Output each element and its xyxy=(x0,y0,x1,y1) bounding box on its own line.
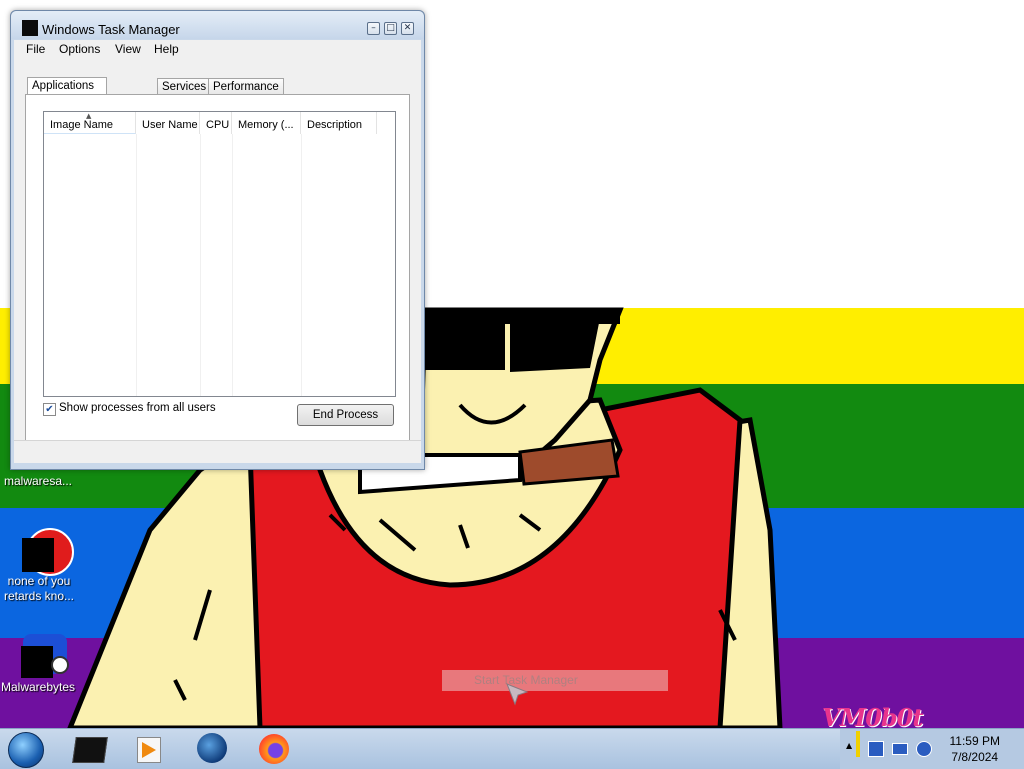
browser-globe-icon xyxy=(197,733,227,763)
column-header-cpu[interactable]: CPU xyxy=(200,112,232,134)
minimize-button[interactable]: – xyxy=(367,22,380,35)
mouse-cursor-icon xyxy=(506,683,529,706)
firefox-icon xyxy=(259,734,289,764)
tray-action-center-icon[interactable] xyxy=(868,741,884,757)
sort-ascending-icon: ▲ xyxy=(86,112,92,120)
status-bar xyxy=(14,440,421,463)
column-header-memory[interactable]: Memory (... xyxy=(232,112,301,134)
windows-orb-icon xyxy=(8,732,44,768)
menu-file[interactable]: File xyxy=(26,42,45,56)
tab-services[interactable]: Services xyxy=(157,78,212,95)
tray-volume-icon[interactable] xyxy=(916,741,932,757)
window-title: Windows Task Manager xyxy=(42,22,180,37)
process-list[interactable]: Image Name ▲ User Name CPU Memory (... D… xyxy=(43,111,396,397)
window-client-area: Applications Services Performance Image … xyxy=(14,59,421,463)
tray-flag-icon[interactable] xyxy=(856,731,860,757)
title-bar[interactable]: Windows Task Manager – □ ✕ xyxy=(11,11,424,39)
column-separator xyxy=(200,134,201,396)
media-player-icon xyxy=(137,737,161,763)
menu-bar: File Options View Help xyxy=(14,40,421,59)
column-header-user-name[interactable]: User Name xyxy=(136,112,200,134)
clock-date: 7/8/2024 xyxy=(951,750,999,764)
desktop-icon-none-of-you[interactable]: none of you retards kno... xyxy=(1,528,77,604)
task-manager-app-icon xyxy=(22,20,38,36)
taskbar-clock[interactable]: 11:59 PM 7/8/2024 xyxy=(950,733,1000,765)
black-square-app-icon xyxy=(22,528,74,576)
task-manager-window: Windows Task Manager – □ ✕ File Options … xyxy=(10,10,425,470)
menu-view[interactable]: View xyxy=(115,42,141,56)
taskbar-terminal[interactable] xyxy=(70,731,108,767)
end-process-button[interactable]: End Process xyxy=(297,404,394,426)
maximize-button[interactable]: □ xyxy=(384,22,397,35)
desktop-icon-malwarebytes[interactable]: Malwarebytes xyxy=(0,634,76,695)
show-all-users-checkbox[interactable]: ✔ xyxy=(43,403,56,416)
notification-area: ▲ 11:59 PM 7/8/2024 xyxy=(840,729,1024,769)
close-button[interactable]: ✕ xyxy=(401,22,414,35)
taskbar-browser[interactable] xyxy=(195,731,231,767)
show-hidden-icons-button[interactable]: ▲ xyxy=(846,741,852,750)
malwarebytes-icon xyxy=(21,634,69,678)
column-separator xyxy=(136,134,137,396)
taskbar-media-player[interactable] xyxy=(131,731,167,767)
menu-options[interactable]: Options xyxy=(59,42,100,56)
column-separator xyxy=(232,134,233,396)
start-task-manager-item[interactable]: Start Task Manager xyxy=(442,670,668,691)
tab-performance[interactable]: Performance xyxy=(208,78,284,95)
menu-help[interactable]: Help xyxy=(154,42,179,56)
column-separator xyxy=(301,134,302,396)
desktop-icon-label: Malwarebytes xyxy=(0,680,76,694)
desktop-icon-label: malwaresa... xyxy=(3,474,73,488)
start-button[interactable] xyxy=(6,731,44,768)
tray-network-icon[interactable] xyxy=(892,743,908,755)
desktop-icon-label: none of you retards kno... xyxy=(3,574,75,603)
terminal-icon xyxy=(72,737,108,763)
taskbar-firefox[interactable] xyxy=(256,731,292,767)
tab-panel: Image Name ▲ User Name CPU Memory (... D… xyxy=(25,94,410,442)
taskbar: ▲ 11:59 PM 7/8/2024 xyxy=(0,728,1024,769)
clock-time: 11:59 PM xyxy=(949,734,1000,748)
column-header-description[interactable]: Description xyxy=(301,112,377,134)
show-all-users-label[interactable]: Show processes from all users xyxy=(59,402,216,414)
